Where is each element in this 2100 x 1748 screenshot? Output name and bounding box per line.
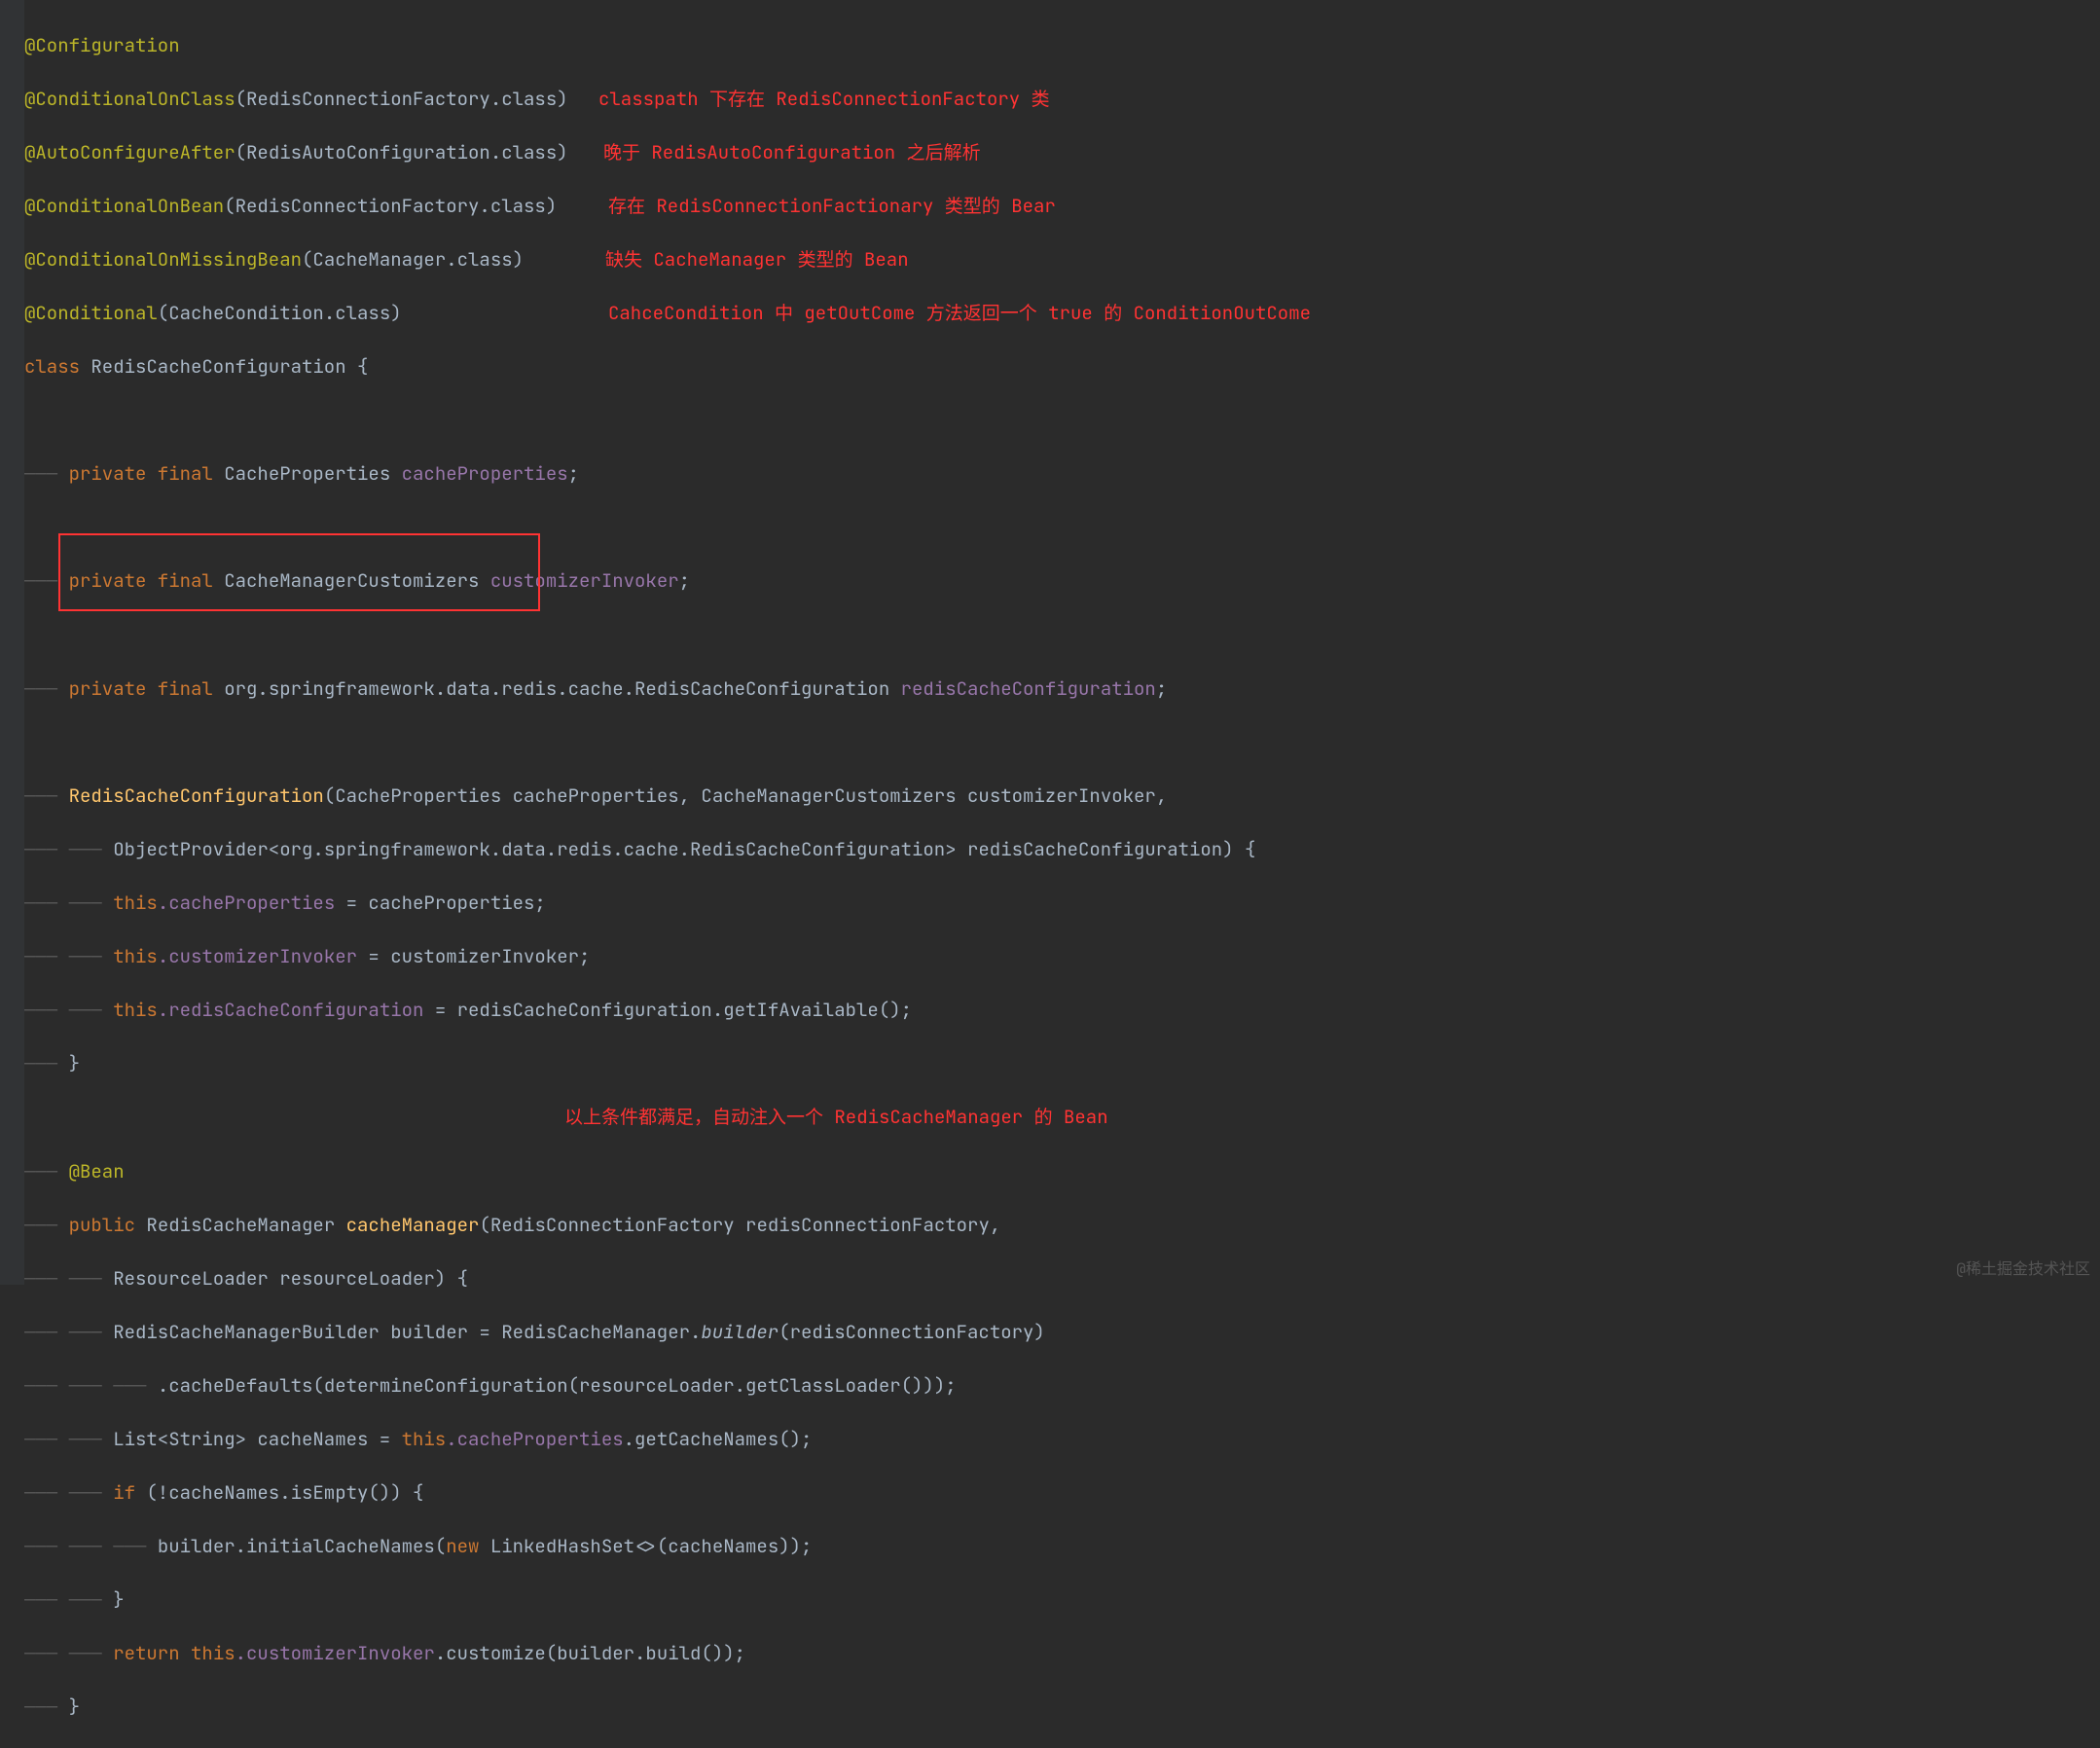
annotation-conditional-on-missing-bean: @ConditionalOnMissingBean bbox=[24, 247, 302, 272]
if-keyword: if bbox=[113, 1480, 146, 1505]
editor-gutter bbox=[0, 0, 24, 1285]
type-ref: CacheManager bbox=[312, 247, 446, 272]
this-keyword: this bbox=[113, 891, 158, 915]
annotation-conditional: @Conditional bbox=[24, 301, 158, 325]
close-brace: } bbox=[69, 1051, 80, 1075]
new-keyword: new bbox=[446, 1534, 490, 1558]
assignment: = cacheProperties; bbox=[335, 891, 546, 915]
modifier: private final bbox=[69, 568, 225, 593]
this-keyword: this bbox=[113, 998, 158, 1022]
comment-2: 晚于 RedisAutoConfiguration 之后解析 bbox=[603, 139, 981, 166]
field-ref: .customizerInvoker bbox=[158, 944, 357, 968]
field-ref: .cacheProperties bbox=[446, 1427, 623, 1451]
annotation-conditional-on-bean: @ConditionalOnBean bbox=[24, 194, 224, 218]
statement: List<String> cacheNames = bbox=[113, 1427, 401, 1451]
watermark: @稀土掘金技术社区 bbox=[1956, 1256, 2090, 1279]
type-ref: org.springframework.data.redis.cache.Red… bbox=[224, 676, 900, 701]
static-call: builder bbox=[701, 1320, 778, 1344]
params: (RedisConnectionFactory redisConnectionF… bbox=[479, 1213, 1000, 1237]
close-brace: } bbox=[69, 1694, 80, 1719]
annotation-bean: @Bean bbox=[69, 1159, 125, 1184]
statement: .customize(builder.build()); bbox=[435, 1641, 745, 1665]
type-ref: CacheProperties bbox=[224, 461, 401, 486]
comment-1: classpath 下存在 RedisConnectionFactory 类 bbox=[598, 86, 1050, 113]
this-keyword: this bbox=[191, 1641, 235, 1665]
comment-6: 以上条件都满足，自动注入一个 RedisCacheManager 的 Bean bbox=[564, 1104, 1108, 1131]
return-keyword: return bbox=[113, 1641, 191, 1665]
type-ref: CacheManagerCustomizers bbox=[224, 568, 490, 593]
field-ref: .cacheProperties bbox=[158, 891, 335, 915]
annotation-configuration: @Configuration bbox=[24, 33, 180, 57]
assignment: = customizerInvoker; bbox=[357, 944, 590, 968]
field-ref: .redisCacheConfiguration bbox=[158, 998, 424, 1022]
statement: .getCacheNames(); bbox=[624, 1427, 813, 1451]
field-ref: .customizerInvoker bbox=[235, 1641, 435, 1665]
assignment: = redisCacheConfiguration.getIfAvailable… bbox=[423, 998, 912, 1022]
this-keyword: this bbox=[113, 944, 158, 968]
params: (CacheProperties cacheProperties, CacheM… bbox=[324, 783, 1167, 808]
method-name: cacheManager bbox=[346, 1213, 480, 1237]
statement: builder.initialCacheNames( bbox=[158, 1534, 446, 1558]
statement: .cacheDefaults(determineConfiguration(re… bbox=[158, 1373, 957, 1398]
comment-5: CahceCondition 中 getOutCome 方法返回一个 true … bbox=[608, 300, 1311, 327]
type-ref: RedisAutoConfiguration bbox=[246, 140, 490, 164]
condition: (!cacheNames.isEmpty()) { bbox=[146, 1480, 423, 1505]
constructor-name: RedisCacheConfiguration bbox=[69, 783, 324, 808]
type-ref: RedisConnectionFactory bbox=[246, 87, 490, 111]
params: ObjectProvider<org.springframework.data.… bbox=[113, 837, 1255, 861]
close-brace: } bbox=[113, 1587, 124, 1612]
field-name: cacheProperties bbox=[402, 461, 568, 486]
this-keyword: this bbox=[402, 1427, 447, 1451]
comment-4: 缺失 CacheManager 类型的 Bean bbox=[605, 246, 909, 273]
params: ResourceLoader resourceLoader) { bbox=[113, 1266, 468, 1291]
return-type: RedisCacheManager bbox=[146, 1213, 345, 1237]
class-keyword: class bbox=[24, 354, 91, 379]
statement: RedisCacheManagerBuilder builder = Redis… bbox=[113, 1320, 701, 1344]
annotation-autoconfigure-after: @AutoConfigureAfter bbox=[24, 140, 235, 164]
modifier: public bbox=[69, 1213, 147, 1237]
code-editor[interactable]: @Configuration @ConditionalOnClass (Redis… bbox=[24, 5, 1255, 1748]
comment-3: 存在 RedisConnectionFactionary 类型的 Bear bbox=[608, 193, 1056, 220]
statement: LinkedHashSet<>(cacheNames)); bbox=[490, 1534, 813, 1558]
type-ref: CacheCondition bbox=[168, 301, 324, 325]
field-name: customizerInvoker bbox=[490, 568, 679, 593]
statement: (redisConnectionFactory) bbox=[778, 1320, 1045, 1344]
modifier: private final bbox=[69, 461, 225, 486]
field-name: redisCacheConfiguration bbox=[901, 676, 1156, 701]
type-ref: RedisConnectionFactory bbox=[235, 194, 480, 218]
class-name: RedisCacheConfiguration { bbox=[91, 354, 368, 379]
annotation-conditional-on-class: @ConditionalOnClass bbox=[24, 87, 235, 111]
modifier: private final bbox=[69, 676, 225, 701]
